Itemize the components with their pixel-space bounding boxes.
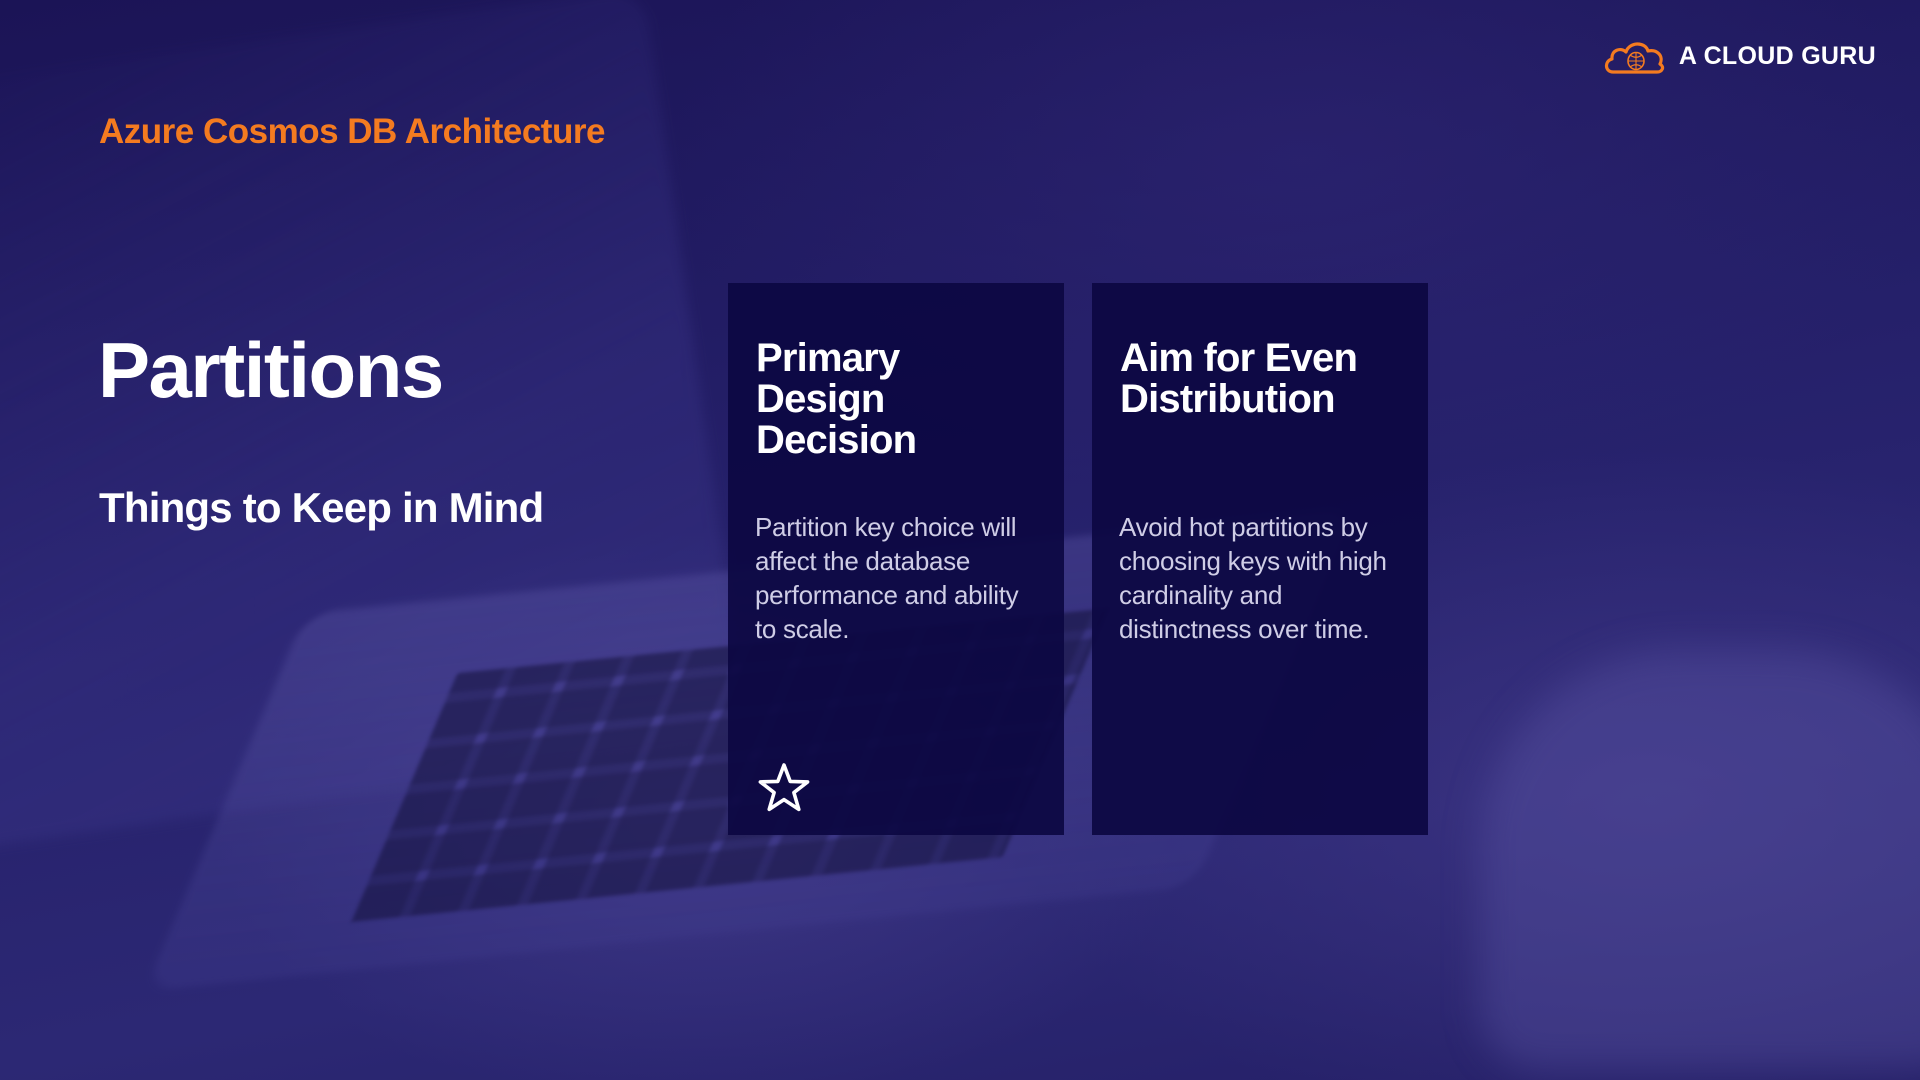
course-title: Azure Cosmos DB Architecture [99,112,605,151]
section-subtitle: Things to Keep in Mind [99,484,544,531]
brand-logo: A CLOUD GURU [1603,36,1876,76]
slide: Azure Cosmos DB Architecture A CLOUD GUR… [0,0,1920,1080]
star-icon [756,761,812,817]
card-body: Partition key choice will affect the dat… [755,512,1019,644]
logo-text: A CLOUD GURU [1678,41,1876,70]
card-title: Primary Design Decision [756,336,917,462]
card-body: Avoid hot partitions by choosing keys wi… [1119,512,1387,644]
background-hand [1480,650,1920,1070]
page-title: Partitions [98,326,444,414]
card-title: Aim for Even Distribution [1120,336,1358,421]
cloud-icon [1603,36,1667,76]
card-primary-design-decision: Primary Design Decision Partition key ch… [728,283,1064,835]
card-even-distribution: Aim for Even Distribution Avoid hot part… [1092,283,1428,835]
